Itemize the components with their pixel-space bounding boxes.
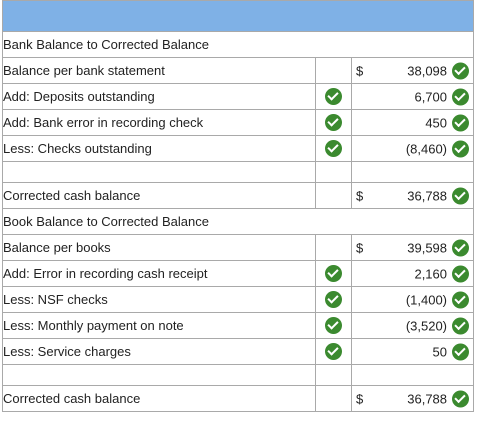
check-circle-icon [325,343,342,361]
currency-symbol: $ [356,188,364,203]
total-label: Corrected cash balance [2,182,316,209]
check-circle-icon [325,291,342,309]
book-section-heading: Book Balance to Corrected Balance [1,208,475,235]
total-label: Corrected cash balance [2,385,316,412]
section-heading-row: Bank Balance to Corrected Balance [1,31,475,58]
table-row: Balance per books $ 39,598 [2,234,475,261]
check-circle-icon [452,390,470,407]
table-row: Add: Deposits outstanding 6,700 [2,83,475,110]
currency-symbol: $ [356,63,364,78]
amount-value: 6,700 [414,89,448,104]
row-label[interactable]: Balance per bank statement [2,57,316,84]
amount-cell[interactable]: 450 [350,109,475,136]
check-circle-icon [452,265,470,282]
check-circle-icon [452,114,470,131]
check-circle-icon [452,291,470,308]
check-circle-icon [325,317,342,335]
row-label[interactable]: Less: Service charges [2,338,316,365]
row-label[interactable]: Add: Error in recording cash receipt [2,260,316,287]
amount-cell[interactable]: $ 38,098 [350,57,475,84]
amount-cell[interactable]: 2,160 [350,260,475,287]
amount-value: (8,460) [405,141,448,156]
check-circle-icon [452,317,470,334]
row-label[interactable]: Balance per books [2,234,316,261]
table-row: Add: Error in recording cash receipt 2,1… [2,260,475,287]
row-label[interactable]: Less: Checks outstanding [2,135,316,162]
table-row: Less: Monthly payment on note (3,520) [2,312,475,339]
amount-cell[interactable]: 50 [350,338,475,365]
amount-value: 50 [432,344,448,359]
row-label[interactable]: Less: NSF checks [2,286,316,313]
amount-cell[interactable]: (1,400) [350,286,475,313]
total-amount-cell: $ 36,788 [350,182,475,209]
check-circle-icon [452,140,470,157]
check-circle-icon [452,187,470,204]
row-label[interactable]: Add: Bank error in recording check [2,109,316,136]
amount-value: (3,520) [405,318,448,333]
row-label[interactable]: Add: Deposits outstanding [2,83,316,110]
amount-value: 2,160 [414,266,448,281]
check-circle-icon [325,265,342,283]
table-row: Less: Service charges 50 [2,338,475,365]
row-label[interactable]: Less: Monthly payment on note [2,312,316,339]
table-row: Less: NSF checks (1,400) [2,286,475,313]
blank-row [2,364,475,386]
table-header-bar [1,0,475,32]
amount-value: (1,400) [405,292,448,307]
amount-cell[interactable]: 6,700 [350,83,475,110]
total-amount-value: 36,788 [407,188,448,203]
check-circle-icon [325,114,342,132]
check-circle-icon [325,88,342,106]
reconciliation-worksheet: Bank Balance to Corrected Balance Balanc… [0,0,477,429]
total-amount-cell: $ 36,788 [350,385,475,412]
currency-symbol: $ [356,391,364,406]
currency-symbol: $ [356,240,364,255]
amount-value: 38,098 [407,63,448,78]
section-heading-row: Book Balance to Corrected Balance [1,208,475,235]
amount-cell[interactable]: (8,460) [350,135,475,162]
check-circle-icon [452,239,470,256]
reconciliation-table: Bank Balance to Corrected Balance Balanc… [1,0,475,412]
table-row: Add: Bank error in recording check 450 [2,109,475,136]
amount-value: 450 [425,115,448,130]
check-circle-icon [452,62,470,79]
amount-value: 39,598 [407,240,448,255]
check-circle-icon [452,343,470,360]
blank-row [2,161,475,183]
total-row: Corrected cash balance $ 36,788 [2,385,475,412]
check-circle-icon [325,140,342,158]
total-amount-value: 36,788 [407,391,448,406]
total-row: Corrected cash balance $ 36,788 [2,182,475,209]
amount-cell[interactable]: (3,520) [350,312,475,339]
table-row: Less: Checks outstanding (8,460) [2,135,475,162]
bank-section-heading: Bank Balance to Corrected Balance [1,31,475,58]
amount-cell[interactable]: $ 39,598 [350,234,475,261]
check-circle-icon [452,88,470,105]
table-row: Balance per bank statement $ 38,098 [2,57,475,84]
